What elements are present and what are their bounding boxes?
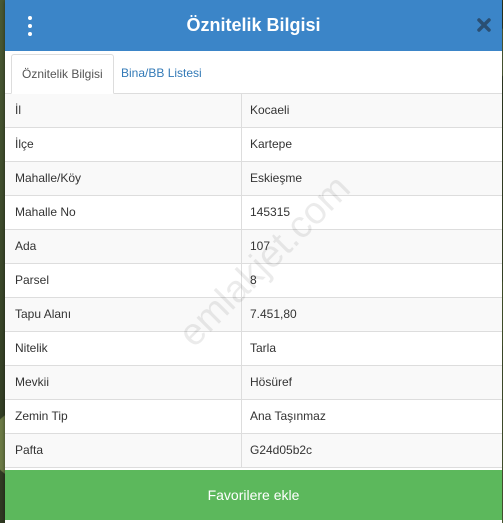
attribute-value: Tarla: [250, 341, 277, 355]
table-row: Ada 107: [5, 230, 502, 264]
table-row: Parsel 8: [5, 264, 502, 298]
tab-building-list[interactable]: Bina/BB Listesi: [111, 54, 212, 92]
attribute-value: Kartepe: [250, 137, 293, 151]
attribute-label: Mahalle/Köy: [5, 162, 242, 195]
dialog-titlebar: Öznitelik Bilgisi: [5, 0, 502, 51]
tab-attribute-info[interactable]: Öznitelik Bilgisi: [11, 54, 114, 94]
attribute-value: Ana Taşınmaz: [250, 409, 326, 423]
table-row: Mahalle/Köy Eskieşme: [5, 162, 502, 196]
attribute-label: İl: [5, 94, 242, 127]
attribute-value: Hösüref: [250, 375, 293, 389]
table-row: Nitelik Tarla: [5, 332, 502, 366]
table-row: Mahalle No 145315: [5, 196, 502, 230]
table-row: Zemin Tip Ana Taşınmaz: [5, 400, 502, 434]
attribute-value: 8: [250, 273, 257, 287]
table-row: İl Kocaeli: [5, 94, 502, 128]
attribute-value: 107: [250, 239, 271, 253]
add-to-favorites-button[interactable]: Favorilere ekle: [5, 470, 502, 520]
dialog-title: Öznitelik Bilgisi: [186, 15, 321, 35]
attribute-label: Nitelik: [5, 332, 242, 365]
attribute-label: İlçe: [5, 128, 242, 161]
table-row: Mevkii Hösüref: [5, 366, 502, 400]
attribute-value: G24d05b2c: [250, 443, 313, 457]
attribute-label: Mahalle No: [5, 196, 242, 229]
attribute-info-dialog: Öznitelik Bilgisi Öznitelik Bilgisi Bina…: [5, 0, 502, 523]
attribute-table: İl Kocaeli İlçe Kartepe Mahalle/Köy Eski…: [5, 94, 502, 468]
attribute-value: Kocaeli: [250, 103, 290, 117]
tab-bar: Öznitelik Bilgisi Bina/BB Listesi: [5, 51, 502, 94]
table-row: Pafta G24d05b2c: [5, 434, 502, 468]
attribute-label: Pafta: [5, 434, 242, 467]
close-x-icon[interactable]: [474, 15, 494, 35]
attribute-label: Ada: [5, 230, 242, 263]
attribute-value: 145315: [250, 205, 291, 219]
table-row: Tapu Alanı 7.451,80: [5, 298, 502, 332]
attribute-label: Mevkii: [5, 366, 242, 399]
table-row: İlçe Kartepe: [5, 128, 502, 162]
attribute-label: Tapu Alanı: [5, 298, 242, 331]
attribute-label: Parsel: [5, 264, 242, 297]
attribute-value: 7.451,80: [250, 307, 297, 321]
attribute-value: Eskieşme: [250, 171, 303, 185]
attribute-label: Zemin Tip: [5, 400, 242, 433]
